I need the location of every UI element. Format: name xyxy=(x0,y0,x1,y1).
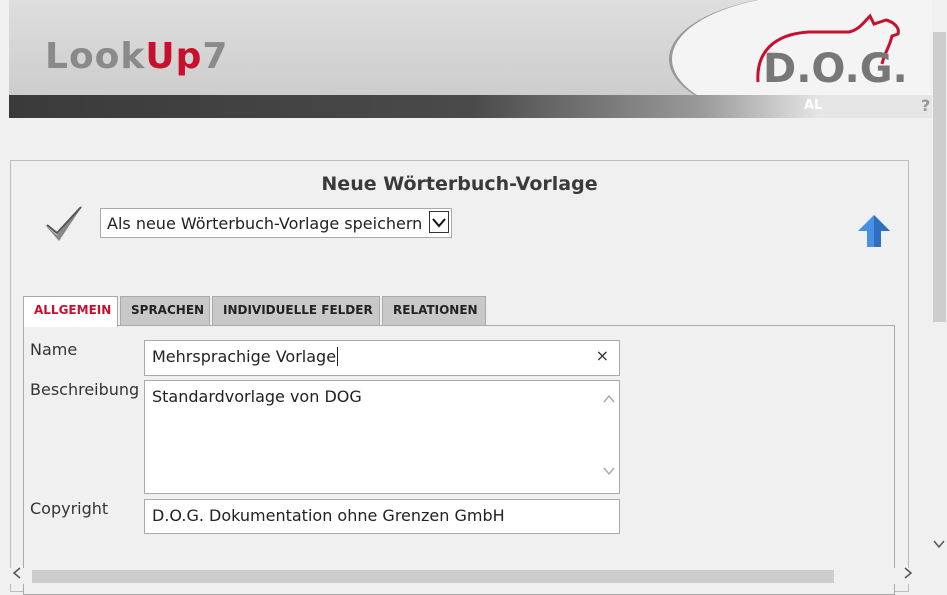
logo-part-look: Look xyxy=(45,36,146,77)
tab-individuelle-felder[interactable]: INDIVIDUELLE FELDER xyxy=(212,296,380,325)
header-bar-label: AL xyxy=(804,98,823,113)
help-icon[interactable]: ? xyxy=(921,96,930,115)
copyright-label: Copyright xyxy=(30,499,109,518)
horizontal-scrollbar-thumb[interactable] xyxy=(32,570,834,583)
tab-sprachen[interactable]: SPRACHEN xyxy=(120,296,210,325)
tab-label: ALLGEMEIN xyxy=(34,303,112,317)
name-input[interactable]: Mehrsprachige Vorlage × xyxy=(144,340,620,376)
template-panel: Neue Wörterbuch-Vorlage Als neue Wörterb… xyxy=(10,160,909,595)
app-logo: LookUp7 xyxy=(45,36,228,77)
description-label: Beschreibung xyxy=(30,380,140,399)
app-header: LookUp7 D.O.G. AL xyxy=(9,0,932,118)
action-select[interactable]: Als neue Wörterbuch-Vorlage speichern xyxy=(100,208,452,238)
vertical-scrollbar-thumb[interactable] xyxy=(933,32,946,322)
chevron-left-icon[interactable] xyxy=(12,567,22,583)
description-textarea[interactable]: Standardvorlage von DOG xyxy=(144,380,620,494)
tab-label: SPRACHEN xyxy=(131,303,205,317)
checkmark-icon[interactable] xyxy=(43,201,87,247)
chevron-right-icon[interactable] xyxy=(903,567,913,583)
up-arrow-icon[interactable] xyxy=(856,213,892,255)
chevron-down-icon[interactable] xyxy=(933,538,945,552)
tab-allgemein[interactable]: ALLGEMEIN xyxy=(23,296,118,327)
logo-part-up: Up xyxy=(145,36,203,77)
name-input-value: Mehrsprachige Vorlage xyxy=(152,347,337,366)
copyright-input-value: D.O.G. Dokumentation ohne Grenzen GmbH xyxy=(152,506,505,525)
action-select-value: Als neue Wörterbuch-Vorlage speichern xyxy=(107,214,423,233)
header-bar xyxy=(9,95,932,118)
copyright-input[interactable]: D.O.G. Dokumentation ohne Grenzen GmbH xyxy=(144,499,620,534)
chevron-down-icon[interactable] xyxy=(429,211,449,233)
chevron-down-icon[interactable] xyxy=(603,465,615,479)
page-title: Neue Wörterbuch-Vorlage xyxy=(321,173,598,195)
description-textarea-value: Standardvorlage von DOG xyxy=(152,387,362,406)
logo-part-seven: 7 xyxy=(202,36,229,77)
tab-content-allgemein: Name Mehrsprachige Vorlage × Beschreibun… xyxy=(23,325,895,595)
brand-name: D.O.G. xyxy=(763,46,908,92)
chevron-up-icon[interactable] xyxy=(603,393,615,407)
tab-label: INDIVIDUELLE FELDER xyxy=(223,303,373,317)
tab-relationen[interactable]: RELATIONEN xyxy=(382,296,486,325)
name-label: Name xyxy=(30,340,78,359)
tab-label: RELATIONEN xyxy=(393,303,478,317)
close-icon[interactable]: × xyxy=(596,346,609,365)
